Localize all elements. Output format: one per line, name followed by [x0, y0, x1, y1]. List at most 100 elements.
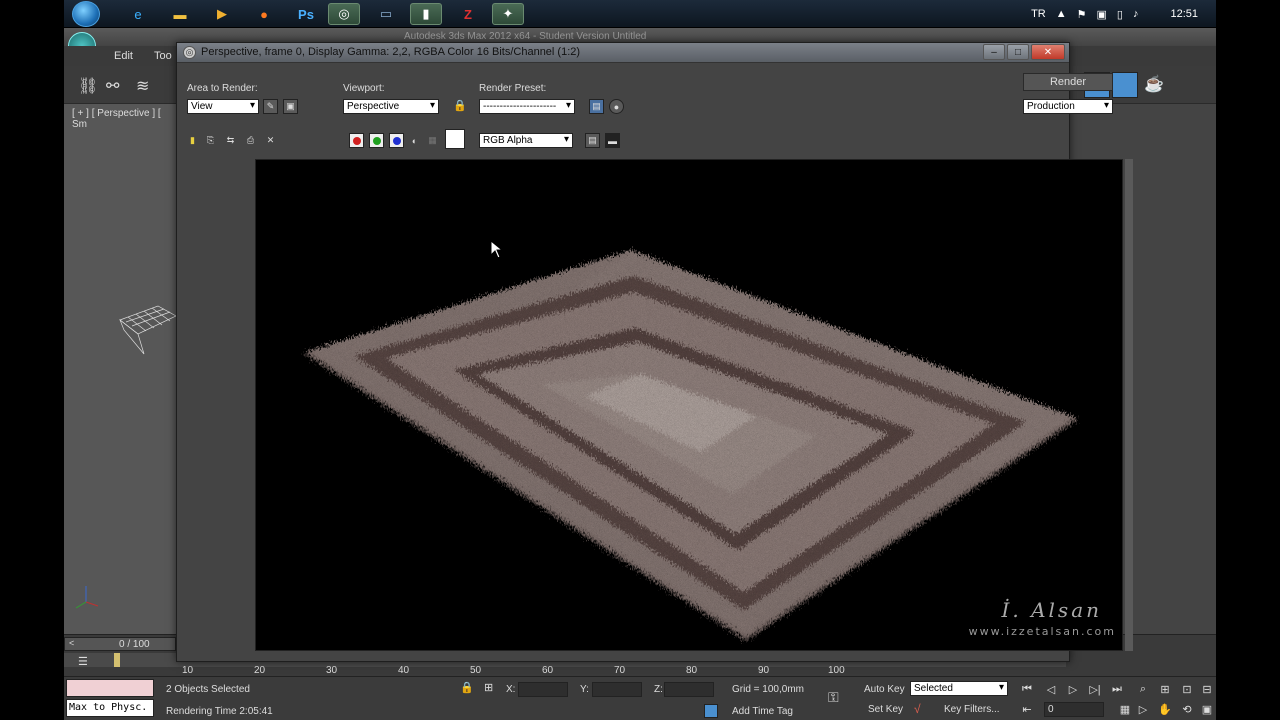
perspective-viewport[interactable]: [ + ] [ Perspective ] [ Sm — [64, 104, 177, 634]
watermark-url: www.izzetalsan.com — [968, 625, 1116, 638]
zoom-extents-all-icon[interactable]: ⊟ — [1198, 681, 1216, 697]
copy-image-icon[interactable]: ⎘ — [203, 133, 218, 148]
render-button[interactable]: Render — [1023, 73, 1113, 91]
environment-effects-button[interactable]: ● — [609, 99, 624, 114]
ie-icon[interactable]: e — [122, 3, 154, 25]
app-taskbar-icon[interactable]: ▮ — [410, 3, 442, 25]
maximize-button[interactable]: □ — [1007, 44, 1029, 60]
go-to-start-icon[interactable]: ⏮ — [1018, 681, 1036, 697]
app2-taskbar-icon[interactable]: ✦ — [492, 3, 524, 25]
lock-viewport-icon[interactable]: 🔒 — [453, 99, 467, 112]
menu-edit[interactable]: Edit — [114, 50, 133, 62]
play-icon[interactable]: ▷ — [1064, 681, 1082, 697]
time-marker[interactable] — [114, 653, 120, 667]
zoom-extents-icon[interactable]: ⊡ — [1178, 681, 1196, 697]
key-icon[interactable]: ⚿ — [828, 689, 839, 706]
alpha-channel-icon[interactable]: ◐ — [407, 133, 422, 148]
network-icon[interactable]: ▣ — [1097, 8, 1107, 21]
monochrome-icon[interactable]: ▦ — [425, 133, 440, 148]
go-to-end-icon[interactable]: ⏭ — [1108, 681, 1126, 697]
start-button[interactable] — [72, 1, 100, 27]
close-button[interactable]: ✕ — [1031, 44, 1065, 60]
render-mode-dropdown[interactable]: Production — [1023, 99, 1113, 114]
time-slider[interactable]: < 0 / 100 — [64, 637, 176, 651]
photoshop-icon[interactable]: Ps — [290, 3, 322, 25]
time-config-icon[interactable]: ▦ — [1116, 701, 1134, 717]
volume-icon[interactable]: ♪ — [1133, 8, 1139, 20]
maximize-viewport-icon[interactable]: ▣ — [1198, 701, 1216, 717]
orbit-icon[interactable]: ⟲ — [1178, 701, 1196, 717]
teapot-icon[interactable]: ☕ — [1144, 74, 1164, 94]
save-image-icon[interactable]: ▮ — [185, 133, 200, 148]
tick-label: 20 — [254, 665, 266, 676]
folder-icon[interactable]: ▬ — [164, 3, 196, 25]
3dsmax-taskbar-icon[interactable]: ◎ — [328, 3, 360, 25]
current-frame-field[interactable]: 0 — [1044, 702, 1104, 717]
tick-label: 40 — [398, 665, 410, 676]
edit-region-icon[interactable]: ✎ — [263, 99, 278, 114]
time-tag-icon[interactable] — [704, 704, 718, 718]
area-to-render-dropdown[interactable]: View — [187, 99, 259, 114]
auto-key-button[interactable]: Auto Key — [864, 684, 905, 695]
x-coordinate-field[interactable] — [518, 682, 568, 697]
key-set-dropdown[interactable]: Selected — [910, 681, 1008, 696]
clear-color-swatch[interactable] — [445, 129, 465, 149]
clock[interactable]: 12:51 — [1170, 8, 1198, 20]
red-channel-toggle[interactable] — [349, 133, 364, 148]
clear-image-icon[interactable]: ✕ — [263, 133, 278, 148]
maxscript-mini-listener[interactable]: Max to Physc. — [66, 699, 154, 717]
menu-tools[interactable]: Too — [154, 50, 172, 62]
set-key-button[interactable]: Set Key — [868, 704, 903, 715]
fov-icon[interactable]: ▷ — [1134, 701, 1152, 717]
grid-size: Grid = 100,0mm — [732, 684, 804, 695]
up-arrow-icon[interactable]: ▲ — [1056, 8, 1067, 20]
window-icon[interactable]: ▭ — [370, 3, 402, 25]
pan-icon[interactable]: ✋ — [1156, 701, 1174, 717]
clone-window-icon[interactable]: ⇆ — [223, 133, 238, 148]
rendered-frame-icon[interactable] — [1112, 72, 1138, 98]
flag-icon[interactable]: ⚑ — [1077, 8, 1087, 21]
channel-display-dropdown[interactable]: RGB Alpha — [479, 133, 573, 148]
power-icon[interactable]: ▯ — [1117, 8, 1123, 21]
selection-lock-icon[interactable]: 🔒 — [460, 681, 474, 694]
render-canvas[interactable]: İ. Alsan www.izzetalsan.com — [255, 159, 1123, 651]
toggle-ui-overlays-icon[interactable]: ▤ — [585, 133, 600, 148]
viewport-label[interactable]: [ + ] [ Perspective ] [ Sm — [72, 108, 176, 130]
vertical-scrollbar[interactable] — [1125, 159, 1133, 651]
rfw-titlebar[interactable]: ◎ Perspective, frame 0, Display Gamma: 2… — [177, 43, 1069, 63]
toggle-ui-icon[interactable]: ▬ — [605, 133, 620, 148]
render-preset-dropdown[interactable]: ---------------------- — [479, 99, 575, 114]
minimize-button[interactable]: – — [983, 44, 1005, 60]
curve-icon[interactable]: √ — [914, 702, 921, 716]
media-icon[interactable]: ▶ — [206, 3, 238, 25]
zoom-icon[interactable]: ⌕ — [1134, 681, 1152, 697]
frame-counter: 0 / 100 — [119, 639, 150, 650]
curve-editor-icon[interactable]: ☰ — [78, 655, 88, 668]
zoom-all-icon[interactable]: ⊞ — [1156, 681, 1174, 697]
time-slider-prev[interactable]: < — [69, 638, 74, 648]
render-setup-button[interactable]: ▤ — [589, 99, 604, 114]
bind-spacewarp-icon[interactable]: ≋ — [136, 76, 149, 96]
y-coordinate-field[interactable] — [592, 682, 642, 697]
previous-frame-icon[interactable]: ◁ — [1042, 681, 1060, 697]
absolute-mode-icon[interactable]: ⊞ — [484, 681, 493, 694]
green-channel-toggle[interactable] — [369, 133, 384, 148]
key-mode-icon[interactable]: ⇤ — [1018, 701, 1036, 717]
filezilla-icon[interactable]: Z — [452, 3, 484, 25]
maxscript-listener-pink[interactable] — [66, 679, 154, 697]
z-coordinate-field[interactable] — [664, 682, 714, 697]
blue-channel-toggle[interactable] — [389, 133, 404, 148]
rfw-app-icon: ◎ — [183, 46, 196, 59]
print-image-icon[interactable]: ⎙ — [243, 133, 258, 148]
add-time-tag[interactable]: Add Time Tag — [732, 706, 793, 717]
next-frame-icon[interactable]: ▷| — [1086, 681, 1104, 697]
language-indicator[interactable]: TR — [1031, 8, 1046, 20]
link-icon[interactable]: ⛓ — [78, 76, 98, 96]
key-filters-button[interactable]: Key Filters... — [944, 704, 1000, 715]
viewport-dropdown[interactable]: Perspective — [343, 99, 439, 114]
firefox-icon[interactable]: ● — [248, 3, 280, 25]
axis-tripod-icon — [75, 586, 99, 609]
taskbar: e ▬ ▶ ● Ps ◎ ▭ ▮ Z ✦ TR ▲ ⚑ ▣ ▯ ♪ 12:51 — [64, 0, 1216, 28]
unlink-icon[interactable]: ⚯ — [106, 76, 119, 96]
auto-region-icon[interactable]: ▣ — [283, 99, 298, 114]
